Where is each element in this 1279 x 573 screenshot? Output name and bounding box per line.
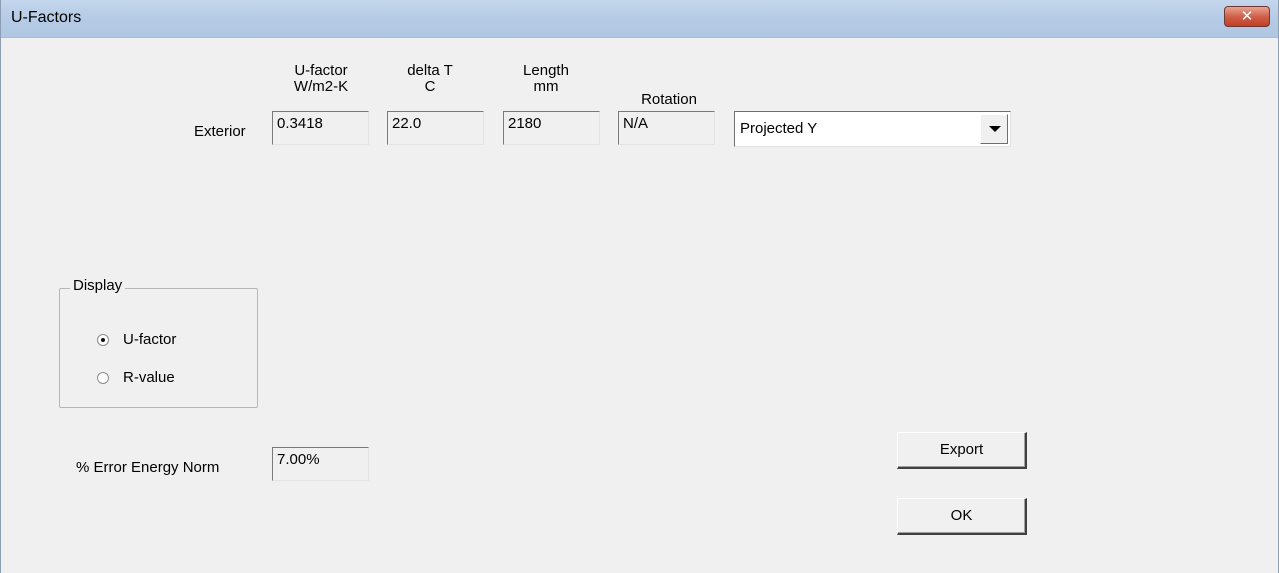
radio-rvalue-label: R-value (123, 369, 175, 386)
length-header-units: mm (533, 78, 559, 95)
u-factors-dialog: U-Factors ✕ U-factor W/m2-K delta T C Le… (0, 0, 1279, 573)
window-title: U-Factors (11, 9, 82, 26)
length-column-header: Length mm (501, 63, 591, 95)
radio-ufactor-label: U-factor (123, 331, 177, 348)
delta-t-field[interactable]: 22.0 (387, 111, 484, 145)
rotation-field[interactable]: N/A (618, 111, 715, 145)
projection-value: Projected Y (740, 120, 818, 137)
display-group-title: Display (70, 277, 126, 294)
display-groupbox (59, 288, 258, 408)
rotation-header-line1: Rotation (641, 91, 697, 108)
length-header-line1: Length (523, 62, 569, 79)
exterior-label: Exterior (194, 123, 246, 140)
error-norm-label: % Error Energy Norm (76, 459, 220, 476)
close-button[interactable]: ✕ (1224, 6, 1270, 27)
ufactor-field[interactable]: 0.3418 (272, 111, 369, 145)
ok-button[interactable]: OK (897, 498, 1027, 535)
radio-checked-icon[interactable] (97, 334, 109, 346)
radio-unchecked-icon[interactable] (97, 372, 109, 384)
ufactor-header-line1: U-factor (294, 62, 348, 79)
delta-t-header-units: C (424, 78, 436, 95)
ufactor-header-units: W/m2-K (293, 78, 349, 95)
projection-dropdown[interactable]: Projected Y (734, 111, 1011, 147)
rotation-column-header: Rotation (619, 92, 719, 108)
title-bar: U-Factors ✕ (1, 0, 1278, 38)
chevron-down-icon[interactable] (980, 114, 1008, 144)
delta-t-column-header: delta T C (385, 63, 475, 95)
length-field[interactable]: 2180 (503, 111, 600, 145)
ufactor-column-header: U-factor W/m2-K (271, 63, 371, 95)
error-norm-field[interactable]: 7.00% (272, 447, 369, 481)
delta-t-header-line1: delta T (407, 62, 453, 79)
close-icon: ✕ (1240, 8, 1254, 25)
export-button[interactable]: Export (897, 432, 1027, 469)
